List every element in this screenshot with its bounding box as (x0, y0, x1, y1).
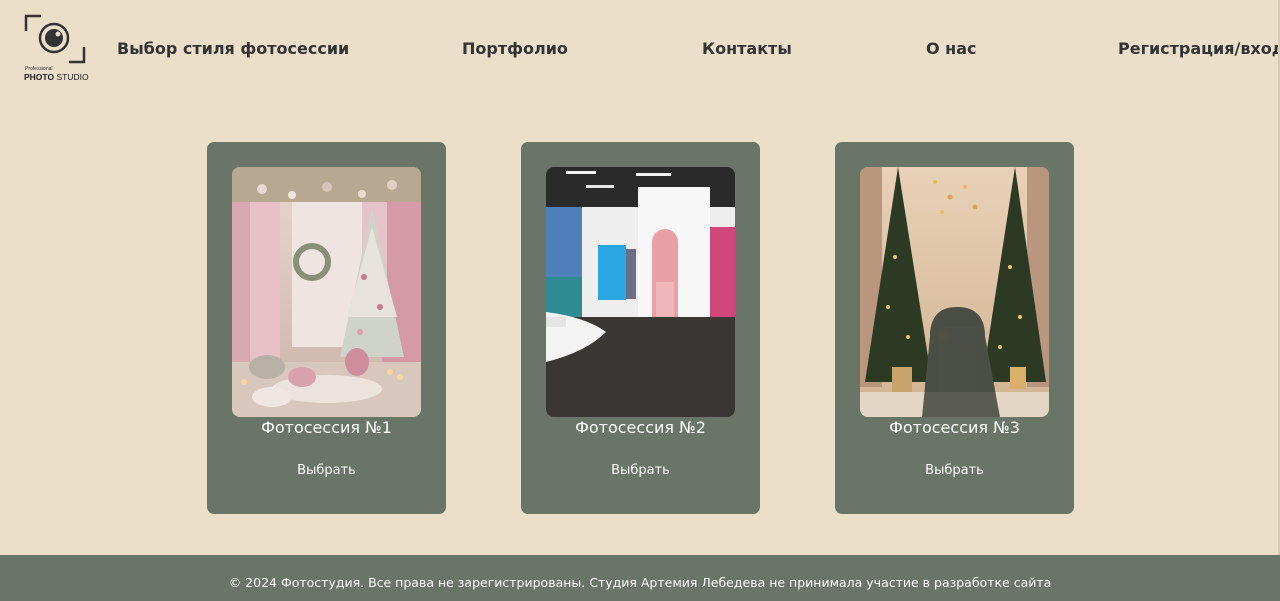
camera-frame-icon (24, 14, 86, 64)
select-button[interactable]: Выбрать (207, 463, 446, 478)
card-title: Фотосессия №3 (889, 418, 1020, 437)
photoshoot-image-1 (232, 167, 421, 417)
nav-portfolio[interactable]: Портфолио (462, 39, 568, 58)
nav-contacts[interactable]: Контакты (702, 39, 792, 58)
footer: © 2024 Фотостудия. Все права не зарегист… (0, 555, 1280, 601)
nav-style-selection[interactable]: Выбор стиля фотосессии (117, 39, 349, 58)
photoshoot-image-3 (860, 167, 1049, 417)
page: Professional PHOTO STUDIO Выбор стиля фо… (0, 0, 1280, 601)
select-button[interactable]: Выбрать (835, 463, 1074, 478)
nav-login[interactable]: Регистрация/вход (1118, 39, 1280, 58)
footer-copyright: © 2024 Фотостудия. Все права не зарегист… (228, 575, 1052, 590)
photoshoot-card-1: Фотосессия №1 Выбрать (207, 142, 446, 514)
nav-about[interactable]: О нас (926, 39, 977, 58)
logo-brand: PHOTO STUDIO (24, 72, 89, 82)
photoshoot-image-2 (546, 167, 735, 417)
select-button[interactable]: Выбрать (521, 463, 760, 478)
studio-logo[interactable]: Professional PHOTO STUDIO (23, 13, 89, 83)
card-title: Фотосессия №2 (575, 418, 706, 437)
photoshoot-card-3: Фотосессия №3 Выбрать (835, 142, 1074, 514)
photoshoot-card-2: Фотосессия №2 Выбрать (521, 142, 760, 514)
card-title: Фотосессия №1 (261, 418, 392, 437)
